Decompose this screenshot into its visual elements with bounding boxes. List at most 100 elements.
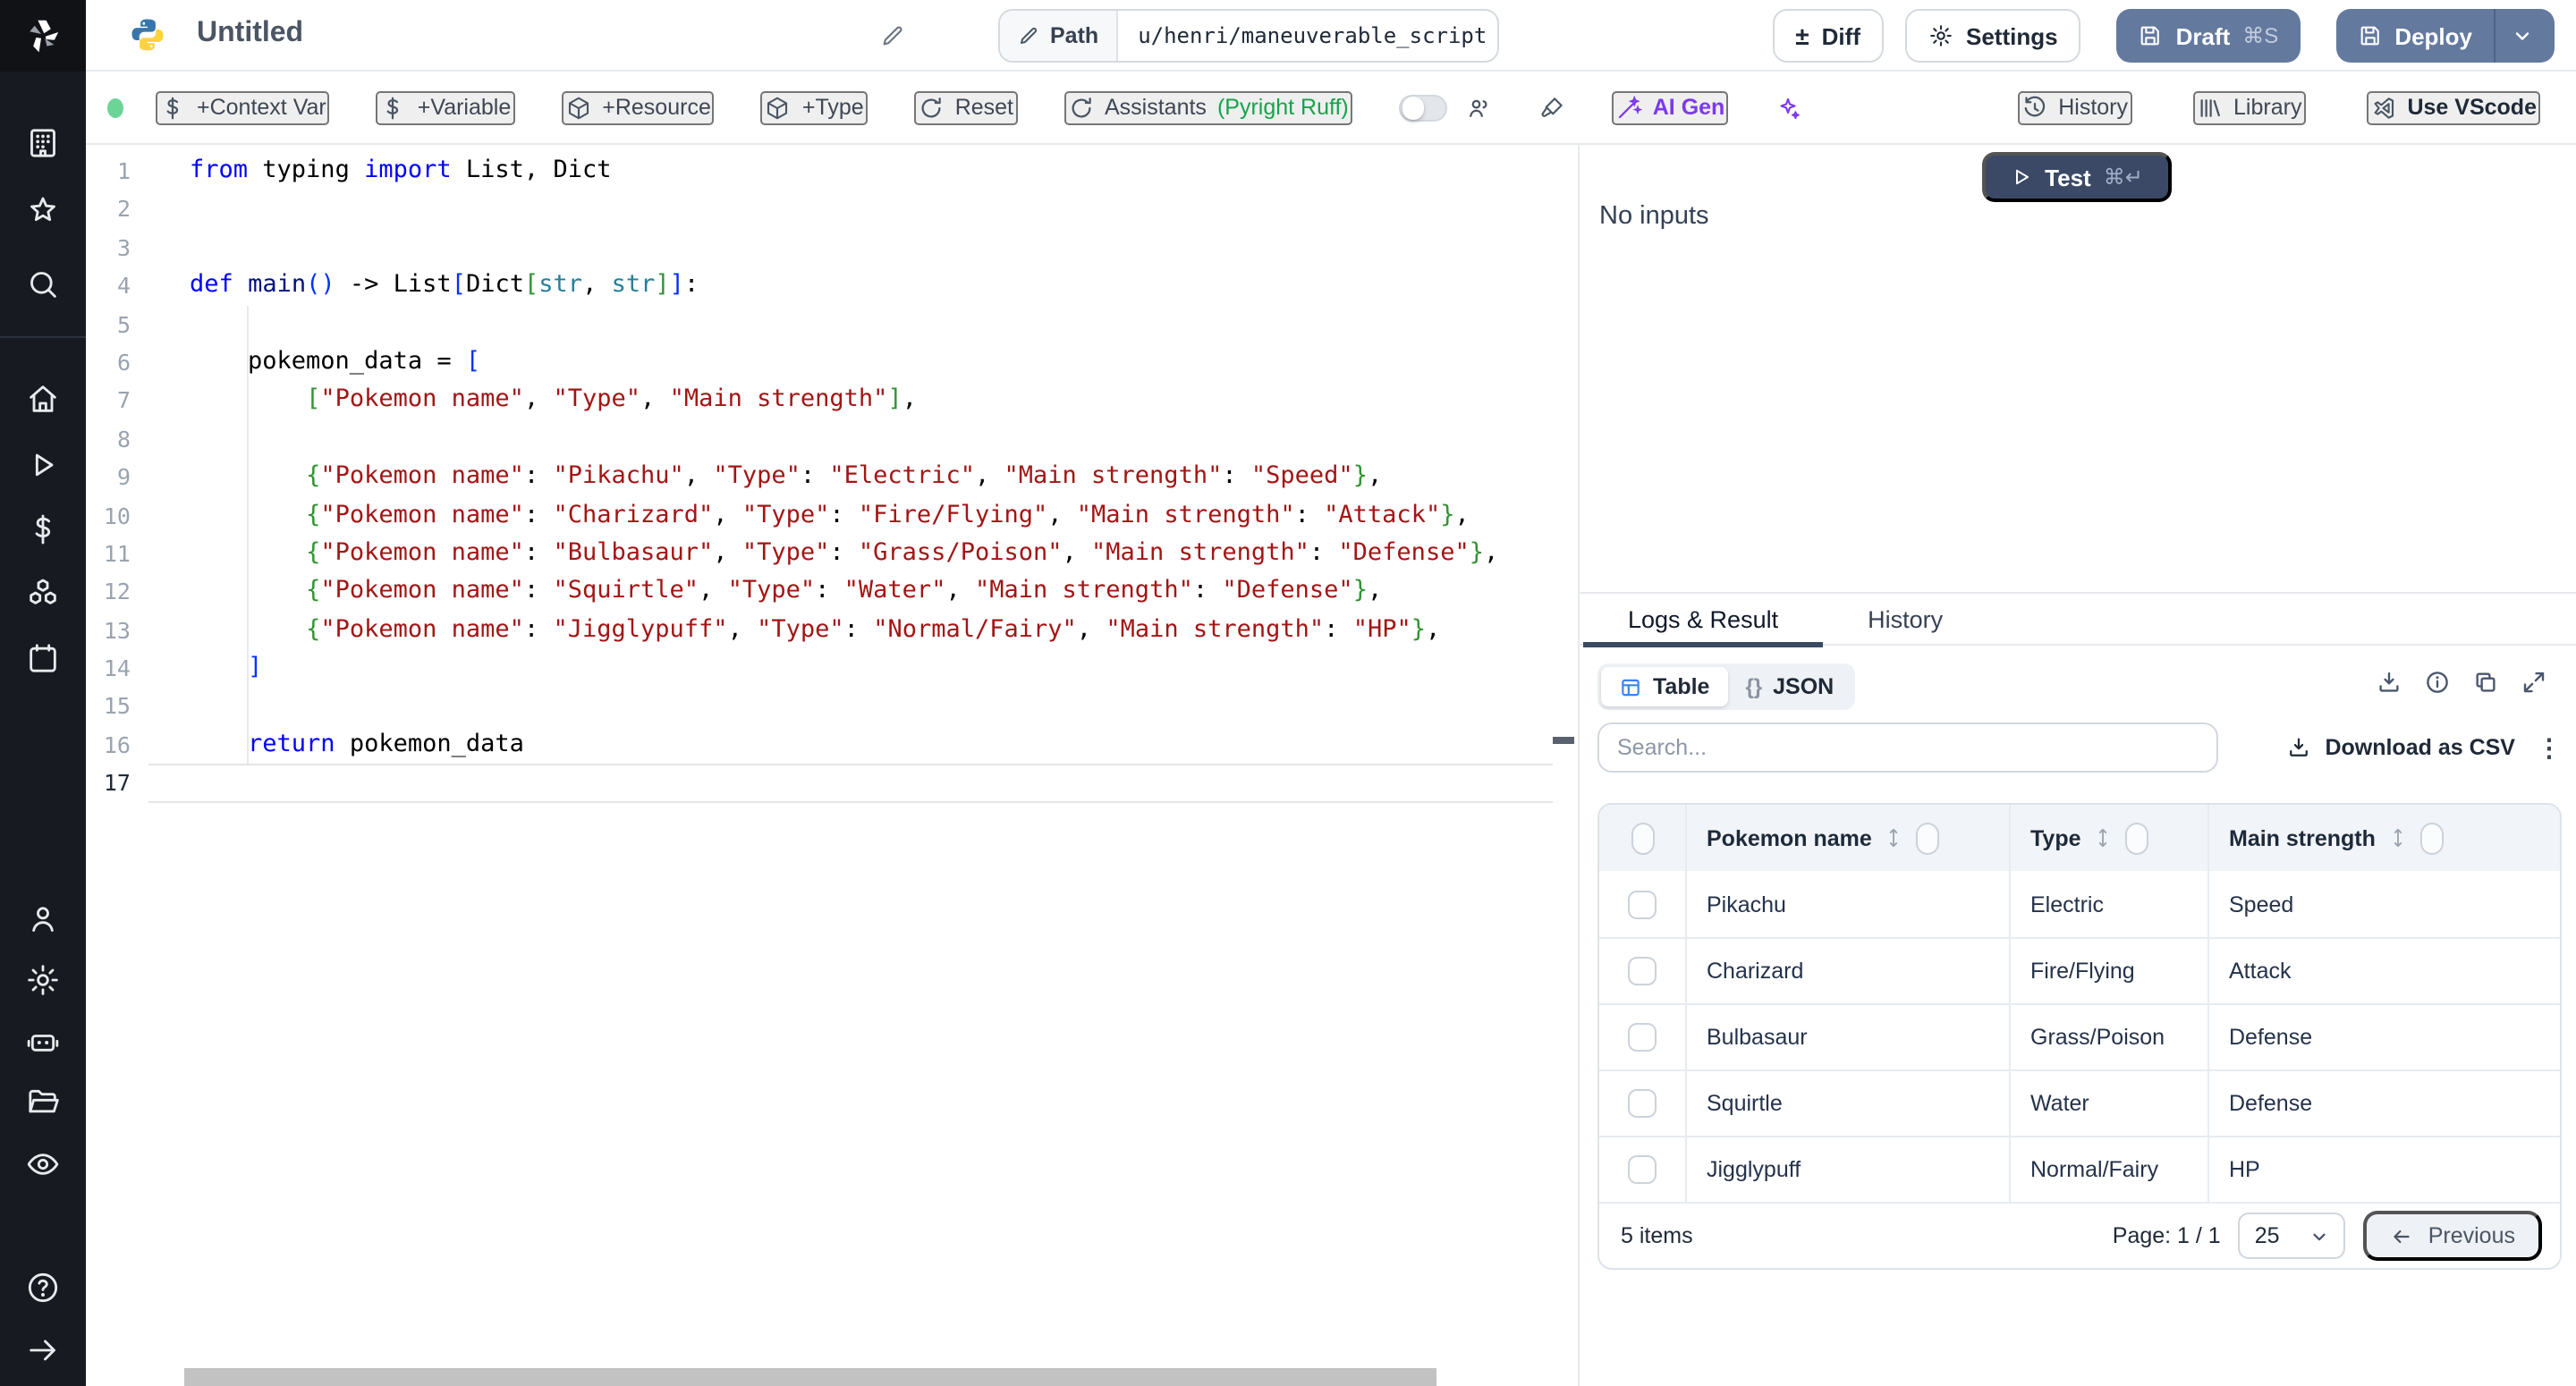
table-cell: Water xyxy=(2009,1071,2207,1136)
home-icon[interactable] xyxy=(25,381,61,417)
path-field[interactable]: Path u/henri/maneuverable_script xyxy=(998,9,1499,63)
assistants-button[interactable]: Assistants (Pyright Ruff) xyxy=(1063,90,1352,124)
sparkles-icon[interactable] xyxy=(1775,94,1801,121)
draft-button[interactable]: Draft ⌘S xyxy=(2117,9,2301,63)
info-icon[interactable] xyxy=(2424,669,2451,696)
windmill-logo[interactable] xyxy=(0,0,86,72)
code-line[interactable]: 13 {"Pokemon name": "Jigglypuff", "Type"… xyxy=(86,611,1578,649)
column-header[interactable]: Type xyxy=(2009,805,2207,871)
view-table-button[interactable]: Table xyxy=(1601,667,1727,706)
test-button[interactable]: Test ⌘↵ xyxy=(1982,152,2172,202)
page-size-select[interactable]: 25 xyxy=(2239,1213,2346,1259)
search-input[interactable] xyxy=(1597,723,2218,773)
draft-shortcut: ⌘S xyxy=(2242,23,2278,48)
table-row[interactable]: JigglypuffNormal/FairyHP xyxy=(1599,1136,2560,1202)
column-pill-checkbox[interactable] xyxy=(2420,822,2444,854)
user-icon[interactable] xyxy=(25,901,61,937)
code-line[interactable]: 17 xyxy=(86,765,1578,803)
row-checkbox[interactable] xyxy=(1628,1089,1657,1118)
diff-button[interactable]: ± Diff xyxy=(1772,9,1884,63)
header-pill-checkbox[interactable] xyxy=(1631,822,1654,854)
ai-gen-button[interactable]: AI Gen xyxy=(1612,90,1729,124)
add-resource-button[interactable]: +Resource xyxy=(561,90,715,124)
reset-button[interactable]: Reset xyxy=(914,90,1017,124)
edit-title-icon[interactable] xyxy=(880,23,905,48)
table-cell: Squirtle xyxy=(1685,1071,2009,1136)
robot-icon[interactable] xyxy=(25,1025,61,1061)
use-vscode-button[interactable]: Use VScode xyxy=(2366,90,2540,124)
code-line[interactable]: 1from typing import List, Dict xyxy=(86,152,1578,190)
code-line[interactable]: 7 ["Pokemon name", "Type", "Main strengt… xyxy=(86,382,1578,420)
row-checkbox[interactable] xyxy=(1628,957,1657,985)
code-line[interactable]: 4def main() -> List[Dict[str, str]]: xyxy=(86,266,1578,305)
code-line[interactable]: 9 {"Pokemon name": "Pikachu", "Type": "E… xyxy=(86,458,1578,496)
sort-icon[interactable] xyxy=(2388,826,2408,849)
header-checkbox-cell xyxy=(1599,805,1685,871)
table-row[interactable]: CharizardFire/FlyingAttack xyxy=(1599,937,2560,1003)
eye-icon[interactable] xyxy=(25,1146,61,1182)
code-editor[interactable]: 1from typing import List, Dict234def mai… xyxy=(86,145,1578,1386)
tab-logs-result[interactable]: Logs & Result xyxy=(1583,594,1823,644)
dollar-icon[interactable] xyxy=(25,511,61,547)
history-button[interactable]: History xyxy=(2017,90,2131,124)
code-line[interactable]: 16 return pokemon_data xyxy=(86,726,1578,765)
copy-result-icon[interactable] xyxy=(2472,669,2499,696)
line-number: 6 xyxy=(86,343,131,382)
column-header[interactable]: Main strength xyxy=(2207,805,2562,871)
view-json-button[interactable]: {} JSON xyxy=(1727,667,1852,706)
table-row[interactable]: PikachuElectricSpeed xyxy=(1599,871,2560,937)
search-icon[interactable] xyxy=(25,266,61,302)
download-result-icon[interactable] xyxy=(2376,669,2402,696)
more-options-icon[interactable]: ⋮ xyxy=(2537,732,2562,763)
expand-icon[interactable] xyxy=(2521,669,2547,696)
column-pill-checkbox[interactable] xyxy=(1917,822,1940,854)
building-icon[interactable] xyxy=(25,125,61,161)
code-line[interactable]: 10 {"Pokemon name": "Charizard", "Type":… xyxy=(86,496,1578,535)
row-checkbox[interactable] xyxy=(1628,1023,1657,1052)
code-line[interactable]: 15 xyxy=(86,688,1578,726)
settings-button[interactable]: Settings xyxy=(1905,9,2081,63)
code-line[interactable]: 3 xyxy=(86,229,1578,267)
previous-page-button[interactable]: Previous xyxy=(2364,1211,2542,1261)
dollar-icon xyxy=(380,94,407,121)
folder-icon[interactable] xyxy=(25,1084,61,1120)
path-value[interactable]: u/henri/maneuverable_script xyxy=(1118,11,1499,61)
sort-icon[interactable] xyxy=(1885,826,1904,849)
code-line[interactable]: 12 {"Pokemon name": "Squirtle", "Type": … xyxy=(86,573,1578,612)
settings-icon[interactable] xyxy=(25,962,61,998)
code-line[interactable]: 5 xyxy=(86,305,1578,343)
column-header[interactable]: Pokemon name xyxy=(1685,805,2009,871)
add-variable-button[interactable]: +Variable xyxy=(377,90,514,124)
tab-history[interactable]: History xyxy=(1823,594,1987,644)
star-icon[interactable] xyxy=(25,193,61,229)
code-line[interactable]: 11 {"Pokemon name": "Bulbasaur", "Type":… xyxy=(86,535,1578,573)
add-context-var-button[interactable]: +Context Var xyxy=(156,90,330,124)
items-count: 5 items xyxy=(1621,1223,1693,1248)
code-line[interactable]: 14 ] xyxy=(86,649,1578,688)
download-csv-button[interactable]: Download as CSV xyxy=(2285,735,2515,760)
add-type-button[interactable]: +Type xyxy=(761,90,868,124)
row-checkbox[interactable] xyxy=(1628,1155,1657,1184)
code-line[interactable]: 2 xyxy=(86,190,1578,229)
play-icon[interactable] xyxy=(25,447,61,483)
expand-icon[interactable] xyxy=(25,1332,61,1368)
blocks-icon[interactable] xyxy=(25,576,61,612)
library-button[interactable]: Library xyxy=(2192,90,2305,124)
code-line[interactable]: 6 pokemon_data = [ xyxy=(86,343,1578,382)
script-title: Untitled xyxy=(197,18,303,50)
horizontal-scrollbar[interactable] xyxy=(184,1368,1436,1386)
code-line[interactable]: 8 xyxy=(86,419,1578,458)
calendar-icon[interactable] xyxy=(25,640,61,676)
sort-icon[interactable] xyxy=(2094,826,2114,849)
table-row[interactable]: SquirtleWaterDefense xyxy=(1599,1069,2560,1136)
row-checkbox-cell xyxy=(1599,1071,1685,1136)
panel-divider[interactable] xyxy=(1578,145,1580,1386)
row-checkbox[interactable] xyxy=(1628,890,1657,918)
multiplayer-toggle[interactable] xyxy=(1399,94,1447,121)
deploy-button[interactable]: Deploy xyxy=(2335,9,2555,63)
help-icon[interactable] xyxy=(25,1270,61,1306)
format-brush-icon[interactable] xyxy=(1538,94,1565,121)
multiplayer-users-icon[interactable] xyxy=(1465,94,1492,121)
column-pill-checkbox[interactable] xyxy=(2126,822,2149,854)
table-row[interactable]: BulbasaurGrass/PoisonDefense xyxy=(1599,1003,2560,1069)
